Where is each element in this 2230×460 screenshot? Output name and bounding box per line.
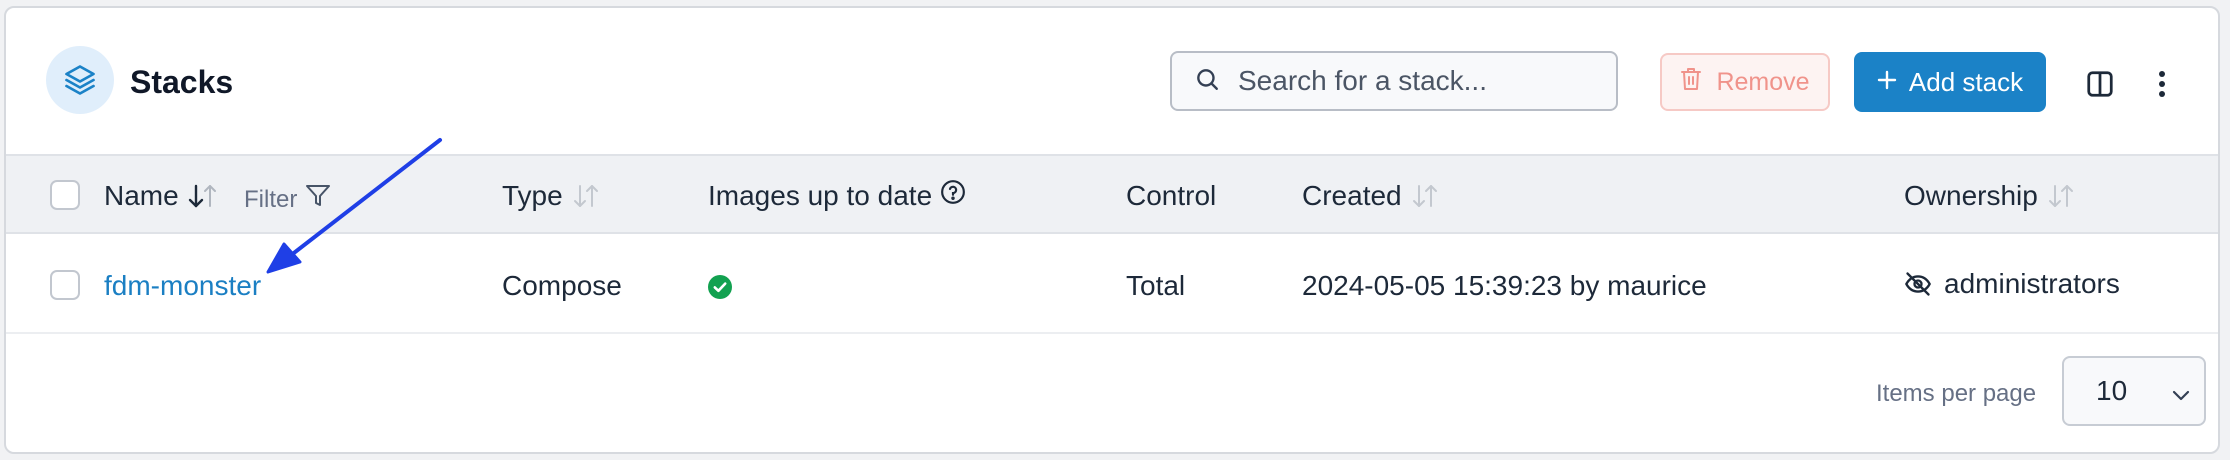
annotation-arrow bbox=[266, 138, 442, 274]
